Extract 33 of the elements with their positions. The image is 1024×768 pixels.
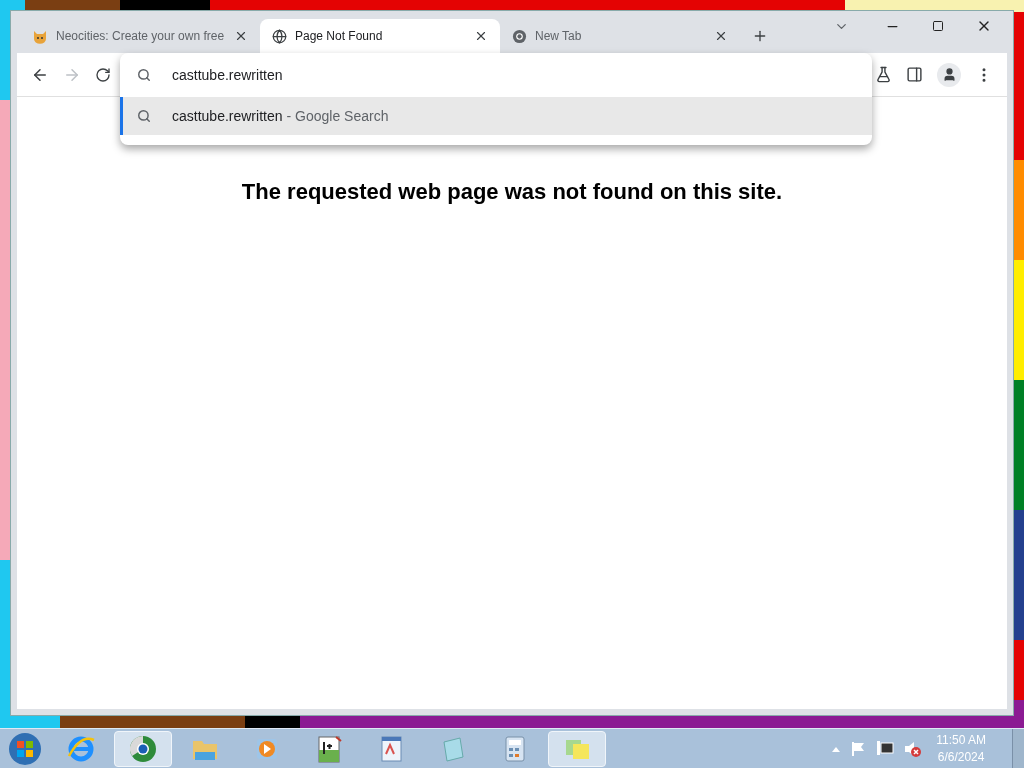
suggestion-hint: - Google Search (286, 106, 389, 126)
browser-tab[interactable]: New Tab (500, 19, 740, 53)
new-tab-icon[interactable] (752, 28, 768, 44)
flask-icon[interactable] (875, 66, 892, 83)
clock-time: 11:50 AM (936, 731, 986, 749)
search-icon (137, 109, 151, 123)
tab-title: New Tab (535, 28, 583, 45)
side-panel-icon[interactable] (906, 66, 923, 83)
person-icon (941, 67, 957, 82)
close-icon[interactable] (474, 29, 488, 43)
close-icon[interactable] (234, 29, 248, 43)
show-desktop-button[interactable] (1012, 728, 1024, 768)
network-icon[interactable] (876, 740, 895, 757)
profile-button[interactable] (937, 62, 961, 87)
search-icon (137, 68, 151, 82)
maximize-icon[interactable] (932, 20, 944, 32)
page-message: The requested web page was not found on this site. (241, 178, 783, 206)
browser-tab[interactable]: Neocities: Create your own free (20, 19, 260, 53)
tab-title: Page Not Found (295, 28, 384, 45)
globe-browser-icon (128, 733, 158, 764)
suggestion-row[interactable]: casttube.rewritten - Google Search (120, 97, 872, 135)
cat-icon (32, 28, 48, 44)
browser-tab[interactable]: Page Not Found (260, 19, 500, 53)
close-icon[interactable] (714, 29, 728, 43)
taskbar-button[interactable] (114, 730, 172, 767)
suggestion-text: casttube.rewritten (172, 106, 283, 126)
clock-date: 6/6/2024 (937, 748, 985, 766)
tab-title: Neocities: Create your own free (56, 28, 226, 45)
address-text: casttube.rewritten (172, 65, 283, 85)
muted-volume-icon[interactable] (904, 739, 923, 758)
reload-icon[interactable] (95, 66, 111, 83)
address-field[interactable]: casttube.rewritten (120, 53, 872, 97)
globe-icon (272, 28, 287, 44)
